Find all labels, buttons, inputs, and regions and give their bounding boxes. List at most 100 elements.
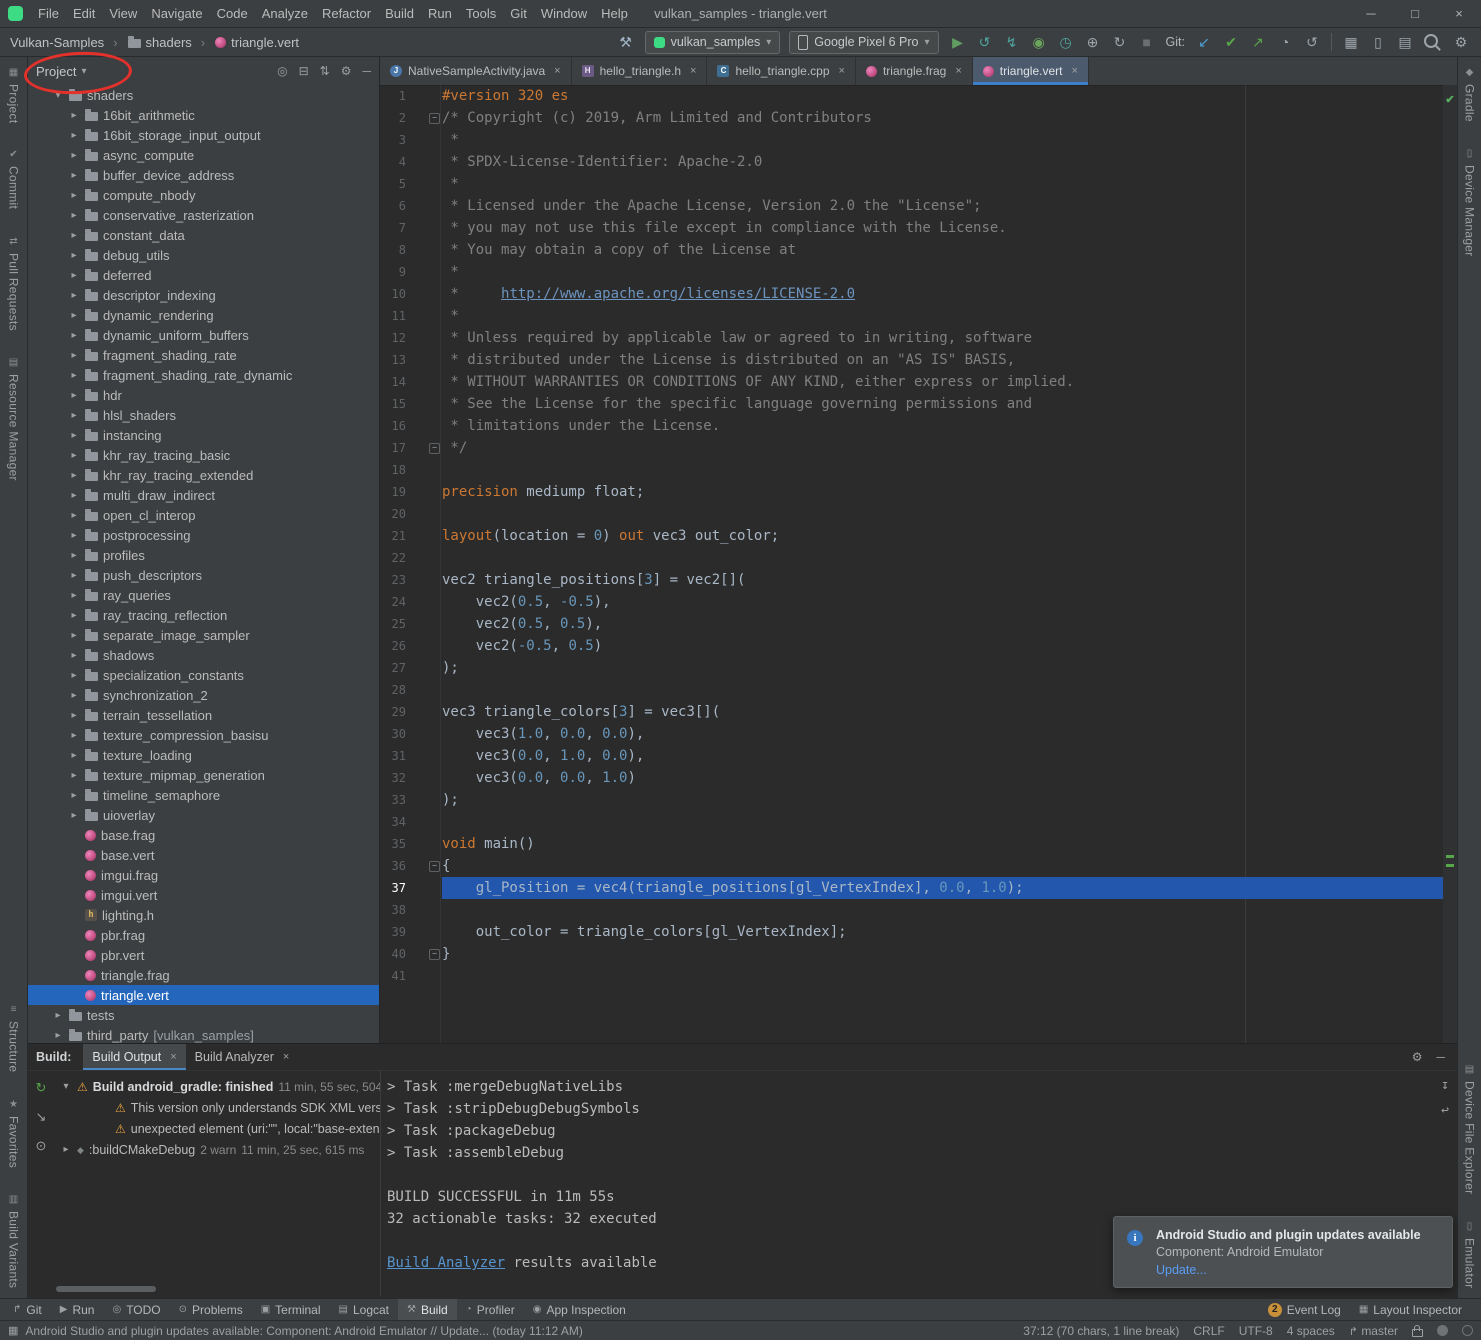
history-icon[interactable]: ◔ <box>1275 32 1295 52</box>
code-line[interactable]: 8 * You may obtain a copy of the License… <box>380 239 1443 261</box>
build-panel-tab[interactable]: Build Analyzer × <box>186 1044 299 1070</box>
scroll-to-end-icon[interactable]: ↧ <box>1441 1078 1449 1093</box>
project-tree-row[interactable]: pbr.frag <box>28 925 379 945</box>
close-tab-icon[interactable]: × <box>690 65 696 77</box>
fold-marker-icon[interactable]: − <box>429 443 440 454</box>
menu-item[interactable]: Git <box>503 3 534 24</box>
tool-stripe-project[interactable]: ▦ Project <box>7 67 21 123</box>
menu-item[interactable]: Build <box>378 3 421 24</box>
caret-position[interactable]: 37:12 (70 chars, 1 line break) <box>1023 1324 1179 1338</box>
chevron-icon[interactable]: ▸ <box>52 1030 64 1041</box>
menu-item[interactable]: Run <box>421 3 459 24</box>
project-tree-row[interactable]: ▸ compute_nbody <box>28 185 379 205</box>
project-tree-row[interactable]: ▸ hlsl_shaders <box>28 405 379 425</box>
notifications-icon[interactable] <box>1437 1325 1448 1336</box>
chevron-icon[interactable]: ▸ <box>68 350 80 361</box>
tool-stripe-device-manager[interactable]: ▯ Device Manager <box>1463 148 1477 257</box>
search-icon[interactable] <box>1424 34 1438 48</box>
project-tree-row[interactable]: ▸ fragment_shading_rate <box>28 345 379 365</box>
code-line[interactable]: 32 vec3(0.0, 0.0, 1.0) <box>380 767 1443 789</box>
tool-stripe-emulator[interactable]: ▯ Emulator <box>1463 1221 1477 1288</box>
code-line[interactable]: 4 * SPDX-License-Identifier: Apache-2.0 <box>380 151 1443 173</box>
editor-tab[interactable]: hello_triangle.h × <box>572 57 708 85</box>
inspections-ok-icon[interactable]: ✔ <box>1443 93 1457 106</box>
menu-item[interactable]: Refactor <box>315 3 378 24</box>
layout-inspector-icon[interactable]: ▦ <box>1341 32 1361 52</box>
code-line[interactable]: 3 * <box>380 129 1443 151</box>
project-tree-row[interactable]: imgui.vert <box>28 885 379 905</box>
code-line[interactable]: 20 <box>380 503 1443 525</box>
tool-stripe-commit[interactable]: ✔ Commit <box>7 149 21 209</box>
stop-icon[interactable]: ■ <box>1137 32 1157 52</box>
project-tree-row[interactable]: ▸ dynamic_uniform_buffers <box>28 325 379 345</box>
code-line[interactable]: 23 vec2 triangle_positions[3] = vec2[]( <box>380 569 1443 591</box>
editor-tab[interactable]: NativeSampleActivity.java × <box>380 57 572 85</box>
project-tree-row[interactable]: imgui.frag <box>28 865 379 885</box>
device-manager-icon[interactable]: ▯ <box>1368 32 1388 52</box>
code-line[interactable]: 17 − */ <box>380 437 1443 459</box>
project-tree-row[interactable]: ▸ open_cl_interop <box>28 505 379 525</box>
menu-item[interactable]: Help <box>594 3 635 24</box>
close-tab-icon[interactable]: × <box>170 1051 176 1063</box>
code-line[interactable]: 16 * limitations under the License. <box>380 415 1443 437</box>
close-tab-icon[interactable]: × <box>554 65 560 77</box>
code-line[interactable]: 7 * you may not use this file except in … <box>380 217 1443 239</box>
chevron-icon[interactable]: ▸ <box>68 410 80 421</box>
push-icon[interactable]: ↗ <box>1248 32 1268 52</box>
chevron-icon[interactable]: ▸ <box>68 250 80 261</box>
project-tree-row[interactable]: ▸ fragment_shading_rate_dynamic <box>28 365 379 385</box>
fold-marker-icon[interactable]: − <box>429 949 440 960</box>
panel-settings-icon[interactable]: ⚙ <box>341 64 352 78</box>
code-line[interactable]: 1 #version 320 es <box>380 85 1443 107</box>
indent-indicator[interactable]: 4 spaces <box>1287 1324 1335 1338</box>
code-line[interactable]: 18 <box>380 459 1443 481</box>
code-line[interactable]: 24 vec2(0.5, -0.5), <box>380 591 1443 613</box>
chevron-icon[interactable]: ▸ <box>68 110 80 121</box>
tool-stripe-build-variants[interactable]: ▥ Build Variants <box>7 1194 21 1288</box>
code-line[interactable]: 29 vec3 triangle_colors[3] = vec3[]( <box>380 701 1443 723</box>
project-tree-row[interactable]: ▸ specialization_constants <box>28 665 379 685</box>
code-line[interactable]: 2 − /* Copyright (c) 2019, Arm Limited a… <box>380 107 1443 129</box>
menu-item[interactable]: Analyze <box>255 3 315 24</box>
jump-to-source-icon[interactable]: ↘ <box>36 1109 47 1125</box>
close-tab-icon[interactable]: × <box>955 65 961 77</box>
chevron-icon[interactable]: ▾ <box>60 1081 72 1092</box>
code-line[interactable]: 41 <box>380 965 1443 987</box>
chevron-icon[interactable]: ▸ <box>68 150 80 161</box>
build-tree-row[interactable]: This version only understands SDK XML ve… <box>54 1097 380 1118</box>
close-button[interactable]: × <box>1437 0 1481 28</box>
rerun-build-icon[interactable]: ↻ <box>36 1080 47 1096</box>
code-line[interactable]: 15 * See the License for the specific la… <box>380 393 1443 415</box>
menu-item[interactable]: View <box>102 3 144 24</box>
project-tree-row[interactable]: ▸ third_party [vulkan_samples] <box>28 1025 379 1043</box>
build-tree-row[interactable]: unexpected element (uri:"", local:"base-… <box>54 1118 380 1139</box>
chevron-icon[interactable]: ▸ <box>68 210 80 221</box>
code-line[interactable]: 39 out_color = triangle_colors[gl_Vertex… <box>380 921 1443 943</box>
menu-item[interactable]: Code <box>210 3 255 24</box>
chevron-icon[interactable]: ▸ <box>68 710 80 721</box>
chevron-icon[interactable]: ▸ <box>68 490 80 501</box>
code-line[interactable]: 22 <box>380 547 1443 569</box>
code-line[interactable]: 28 <box>380 679 1443 701</box>
chevron-icon[interactable]: ▸ <box>68 750 80 761</box>
fold-marker-icon[interactable]: − <box>429 861 440 872</box>
code-line[interactable]: 25 vec2(0.5, 0.5), <box>380 613 1443 635</box>
apply-code-changes-icon[interactable]: ↯ <box>1002 32 1022 52</box>
project-view-selector[interactable]: Project <box>36 64 76 79</box>
project-tree-row[interactable]: ▸ conservative_rasterization <box>28 205 379 225</box>
minimize-button[interactable]: ─ <box>1349 0 1393 28</box>
project-tree-row[interactable]: ▸ texture_compression_basisu <box>28 725 379 745</box>
toolwindow-todo-button[interactable]: ◎ TODO <box>103 1299 169 1321</box>
project-tree-row[interactable]: ▸ deferred <box>28 265 379 285</box>
apply-changes-icon[interactable]: ↺ <box>975 32 995 52</box>
project-tree-row[interactable]: ▸ ray_queries <box>28 585 379 605</box>
chevron-icon[interactable]: ▸ <box>52 1010 64 1021</box>
project-tree-row[interactable]: ▸ shadows <box>28 645 379 665</box>
breadcrumb-item[interactable]: triangle.vert <box>196 35 299 50</box>
project-tree-row[interactable]: ▾ shaders <box>28 85 379 105</box>
line-ending-indicator[interactable]: CRLF <box>1193 1324 1224 1338</box>
code-line[interactable]: 26 vec2(-0.5, 0.5) <box>380 635 1443 657</box>
encoding-indicator[interactable]: UTF-8 <box>1239 1324 1273 1338</box>
expand-collapse-icon[interactable]: ⇅ <box>320 64 330 78</box>
chevron-icon[interactable]: ▸ <box>68 170 80 181</box>
